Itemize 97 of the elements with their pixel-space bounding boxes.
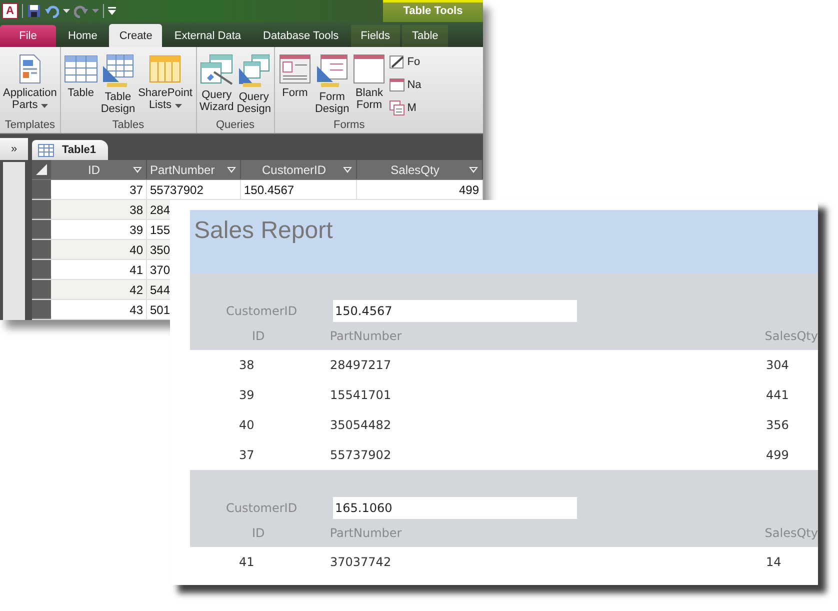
column-header: SalesQty: [764, 526, 818, 540]
table-icon: [64, 54, 98, 84]
ribbon-button[interactable]: Fo: [389, 52, 422, 72]
table-cell: 55737902: [147, 180, 241, 199]
ribbon-tab[interactable]: Database Tools: [253, 25, 349, 47]
column-header[interactable]: ID: [51, 160, 147, 179]
document-icon: [16, 54, 43, 84]
column-header: PartNumber: [330, 329, 403, 343]
ribbon-button[interactable]: Form Design: [314, 52, 350, 118]
row-selector[interactable]: [32, 220, 51, 239]
blank-form-icon: [353, 54, 386, 84]
table-cell-text: 41: [238, 555, 256, 569]
ribbon-tab[interactable]: Home: [58, 25, 108, 47]
table-cell-text: 356: [766, 418, 790, 432]
column-header[interactable]: SalesQty: [357, 160, 483, 179]
table-cell-text: 499: [766, 448, 790, 462]
table-cell: 39: [51, 220, 147, 239]
ribbon-button[interactable]: Query Design: [236, 52, 272, 118]
caret-icon: [92, 9, 99, 13]
table-cell: 37: [51, 180, 147, 199]
select-all-icon[interactable]: [36, 164, 47, 175]
row-selector[interactable]: [32, 240, 51, 259]
ribbon-tab[interactable]: External Data: [164, 25, 252, 47]
ribbon-button[interactable]: Na: [389, 75, 422, 95]
form-icon: [278, 54, 311, 84]
table-cell-text: 38: [238, 358, 256, 372]
dropdown-icon: [469, 166, 478, 172]
wizard-icon: [200, 54, 234, 86]
table-cell-text: 304: [766, 358, 790, 372]
value-field: 150.4567: [333, 300, 577, 322]
column-header: ID: [251, 329, 266, 343]
caret-icon: [40, 104, 48, 108]
table-design-icon: [102, 54, 134, 88]
column-header: SalesQty: [764, 329, 818, 343]
ribbon-button[interactable]: Form: [276, 52, 313, 118]
table-cell-text: 441: [766, 388, 790, 402]
table-cell-text: 39: [238, 388, 256, 402]
ribbon-tab[interactable]: Fields: [350, 25, 400, 47]
group-label: Tables: [112, 119, 144, 133]
save-icon[interactable]: [27, 4, 41, 18]
ribbon-button[interactable]: Query Wizard: [198, 52, 235, 118]
table-cell: 150.4567: [241, 180, 357, 199]
group-label: Forms: [334, 119, 365, 133]
column-header: PartNumber: [330, 526, 403, 540]
row-selector[interactable]: [32, 200, 51, 219]
row-selector[interactable]: [32, 260, 51, 279]
table-icon: [38, 144, 54, 156]
table-cell-text: 28497217: [330, 358, 392, 372]
ribbon-tab[interactable]: File: [0, 25, 56, 47]
dropdown-icon: [343, 166, 352, 172]
wand-icon: [389, 54, 406, 70]
table-cell-text: 15541701: [330, 388, 392, 402]
value-field: 165.1060: [333, 497, 577, 519]
dropdown-icon: [133, 166, 142, 172]
customize-icon[interactable]: [108, 7, 116, 15]
row-selector[interactable]: [32, 280, 51, 299]
query-design-icon: [238, 54, 270, 88]
ribbon-button[interactable]: M: [389, 98, 422, 118]
nav-pane-toggle[interactable]: »: [0, 138, 28, 160]
ribbon-button[interactable]: SharePoint Lists: [137, 52, 194, 118]
document-tab[interactable]: Table1: [32, 140, 108, 160]
dropdown-icon: [227, 166, 236, 172]
group-label: Queries: [216, 119, 254, 133]
ribbon-tab[interactable]: Create: [109, 24, 162, 47]
context-tab-header: Table Tools: [383, 0, 483, 22]
table-cell-text: 14: [766, 555, 782, 569]
windows-icon: [389, 100, 406, 116]
group-label: Templates: [4, 119, 55, 133]
table-cell-text: 37037742: [330, 555, 392, 569]
table-cell: 41: [51, 260, 147, 279]
app-logo[interactable]: A: [2, 3, 18, 19]
ribbon-button[interactable]: Table Design: [100, 52, 136, 118]
table-cell-text: 35054482: [330, 418, 392, 432]
ribbon-button[interactable]: Table: [62, 52, 99, 118]
row-selector[interactable]: [32, 180, 51, 199]
table-cell-text: 40: [238, 418, 256, 432]
column-header: ID: [251, 526, 266, 540]
row-selector[interactable]: [32, 300, 51, 319]
table-cell: 43: [51, 300, 147, 319]
caret-icon: [174, 104, 182, 108]
table-cell: 499: [357, 180, 483, 199]
column-header[interactable]: PartNumber: [147, 160, 241, 179]
list-icon: [149, 54, 182, 84]
table-cell: 38: [51, 200, 147, 219]
field-label: CustomerID: [225, 501, 298, 515]
table-cell: 42: [51, 280, 147, 299]
ribbon-button[interactable]: Blank Form: [351, 52, 388, 118]
table-cell-text: 55737902: [330, 448, 392, 462]
redo-icon[interactable]: [74, 4, 88, 18]
caret-icon: [63, 9, 70, 13]
column-header[interactable]: CustomerID: [241, 160, 357, 179]
table-cell: 40: [51, 240, 147, 259]
window-icon: [389, 77, 406, 93]
ribbon-tab[interactable]: Table: [402, 25, 448, 47]
ribbon-button[interactable]: Application Parts: [2, 52, 58, 118]
table-cell-text: 37: [238, 448, 256, 462]
form-design-icon: [316, 54, 348, 88]
